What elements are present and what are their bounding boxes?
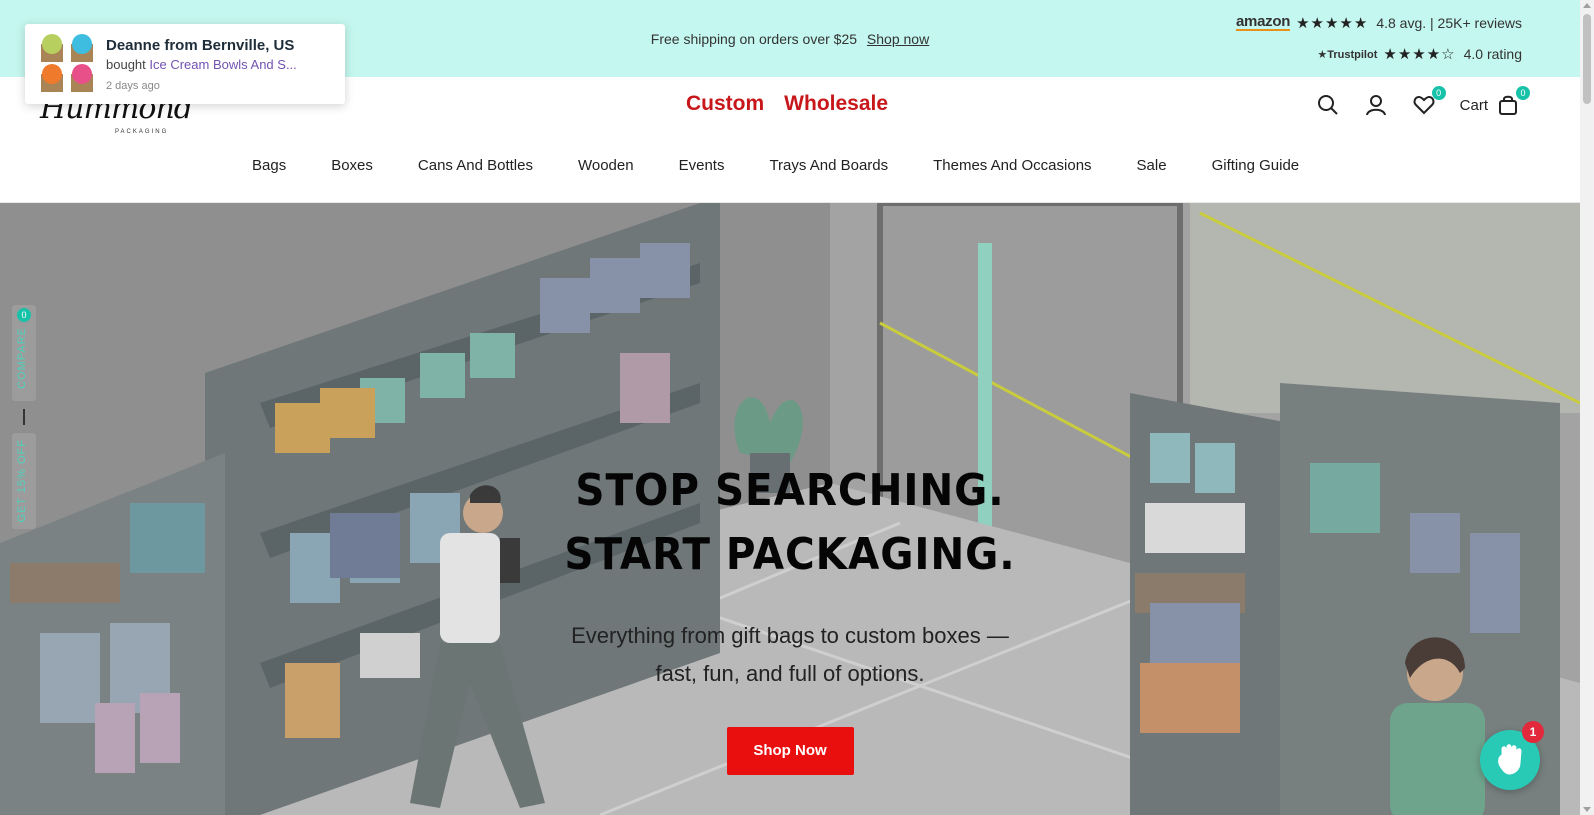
main-nav: Bags Boxes Cans And Bottles Wooden Event… (252, 157, 1344, 174)
nav-item-bags[interactable]: Bags (252, 157, 308, 174)
amazon-logo: amazon (1236, 13, 1291, 31)
nav-item-sale[interactable]: Sale (1137, 157, 1189, 174)
shipping-text: Free shipping on orders over $25 (650, 31, 858, 47)
trustpilot-rating-text: 4.0 rating (1463, 46, 1522, 62)
cart-label: Cart (1459, 96, 1488, 114)
recent-purchase-popup[interactable]: Deanne from Bernville, US bought Ice Cre… (25, 24, 345, 104)
logo-subtitle: PACKAGING (115, 129, 169, 135)
page-scrollbar[interactable] (1580, 0, 1594, 815)
amazon-stars-icon: ★★★★★ (1296, 15, 1369, 32)
chat-unread-badge: 1 (1522, 721, 1544, 743)
hero-headline-1: STOP SEARCHING. (575, 465, 1005, 516)
trustpilot-stars-icon: ★★★★☆ (1383, 46, 1456, 63)
hero-subtitle-2: fast, fun, and full of options. (655, 661, 925, 686)
cart-count-badge: 0 (1516, 86, 1530, 100)
purchased-product-link[interactable]: Ice Cream Bowls And S... (149, 57, 296, 72)
nav-item-gifting-guide[interactable]: Gifting Guide (1212, 157, 1322, 174)
nav-item-boxes[interactable]: Boxes (331, 157, 395, 174)
amazon-rating: amazon ★★★★★ 4.8 avg. | 25K+ reviews (1236, 14, 1522, 32)
wishlist-count-badge: 0 (1431, 86, 1446, 100)
shop-now-link[interactable]: Shop now (867, 31, 929, 47)
trustpilot-logo: ★Trustpilot (1317, 48, 1378, 61)
scroll-up-arrow-icon[interactable] (1583, 3, 1591, 8)
shop-now-button[interactable]: Shop Now (726, 727, 854, 775)
top-links: Custom Wholesale (686, 92, 888, 116)
scroll-down-arrow-icon[interactable] (1583, 807, 1591, 812)
product-thumbnail (41, 34, 93, 92)
buyer-name: Deanne from Bernville, US (106, 37, 295, 54)
custom-link[interactable]: Custom (686, 92, 764, 116)
trustpilot-rating: ★Trustpilot ★★★★☆ 4.0 rating (1236, 45, 1522, 63)
account-icon[interactable] (1364, 93, 1388, 117)
bought-prefix: bought (106, 57, 146, 72)
discount-label: GET 15% OFF (16, 439, 28, 523)
header-icons: 0 Cart 0 (1316, 86, 1530, 117)
compare-label: COMPARE (16, 327, 28, 389)
search-icon[interactable] (1316, 93, 1340, 117)
nav-item-trays-and-boards[interactable]: Trays And Boards (769, 157, 910, 174)
hero-content: STOP SEARCHING. START PACKAGING. Everyth… (0, 459, 1580, 775)
cart-button[interactable]: Cart 0 (1459, 86, 1530, 117)
nav-item-events[interactable]: Events (679, 157, 747, 174)
purchase-line: bought Ice Cream Bowls And S... (106, 57, 297, 72)
compare-tab[interactable]: 0 COMPARE (12, 305, 36, 401)
nav-item-themes-and-occasions[interactable]: Themes And Occasions (933, 157, 1113, 174)
wholesale-link[interactable]: Wholesale (784, 92, 888, 116)
amazon-rating-text: 4.8 avg. | 25K+ reviews (1376, 15, 1522, 31)
nav-item-wooden[interactable]: Wooden (578, 157, 656, 174)
discount-tab[interactable]: GET 15% OFF (12, 433, 36, 529)
side-tab-divider (23, 409, 25, 425)
side-tab: 0 COMPARE GET 15% OFF (12, 305, 36, 530)
hero-subtitle-1: Everything from gift bags to custom boxe… (571, 623, 1009, 648)
hero-banner: STOP SEARCHING. START PACKAGING. Everyth… (0, 203, 1580, 815)
hero-headline-2: START PACKAGING. (564, 529, 1016, 580)
chat-hand-icon (1498, 744, 1522, 775)
review-ratings: amazon ★★★★★ 4.8 avg. | 25K+ reviews ★Tr… (1236, 14, 1522, 76)
purchase-time: 2 days ago (106, 80, 160, 92)
scrollbar-thumb[interactable] (1583, 14, 1591, 104)
wishlist-icon[interactable]: 0 (1412, 86, 1446, 117)
compare-count-badge: 0 (17, 308, 31, 322)
cart-bag-icon: 0 (1496, 86, 1530, 117)
nav-item-cans-and-bottles[interactable]: Cans And Bottles (418, 157, 555, 174)
